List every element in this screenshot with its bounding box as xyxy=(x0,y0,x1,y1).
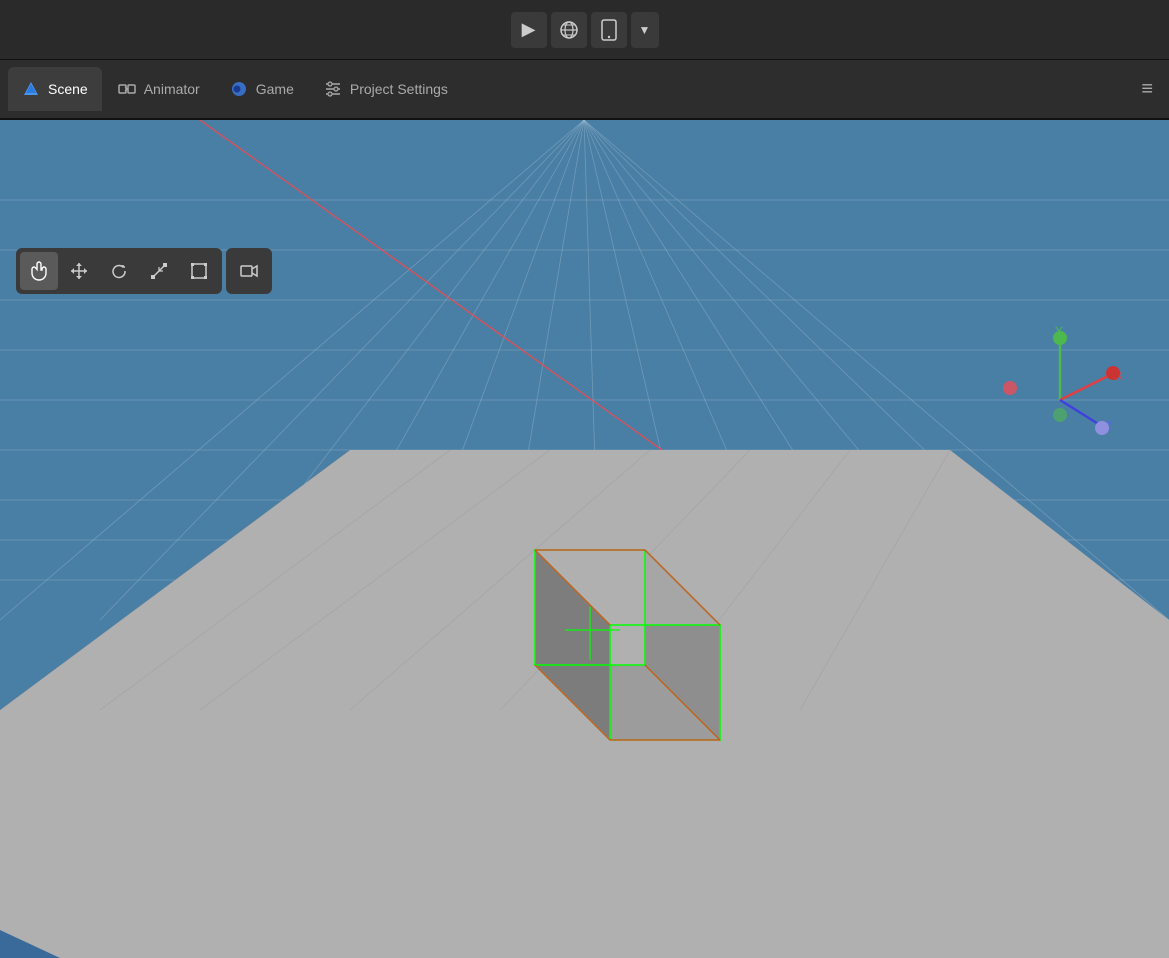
scene-tab-label: Scene xyxy=(48,81,88,97)
game-tab[interactable]: Game xyxy=(216,67,308,111)
scale-tool-button[interactable] xyxy=(140,252,178,290)
scene-tab-icon xyxy=(22,80,40,98)
globe-button[interactable] xyxy=(551,12,587,48)
animator-tab-label: Animator xyxy=(144,81,200,97)
rect-transform-tool-button[interactable] xyxy=(180,252,218,290)
rotate-tool-button[interactable] xyxy=(100,252,138,290)
project-settings-tab-icon xyxy=(324,80,342,98)
scene-svg-canvas: Y X Z xyxy=(0,120,1169,958)
game-tab-label: Game xyxy=(256,81,294,97)
scene-viewport[interactable]: Y X Z xyxy=(0,120,1169,958)
animator-tab-icon xyxy=(118,80,136,98)
scene-toolbar xyxy=(16,248,272,294)
dropdown-button[interactable]: ▼ xyxy=(631,12,659,48)
move-tool-button[interactable] xyxy=(60,252,98,290)
game-tab-icon xyxy=(230,80,248,98)
play-button[interactable]: ▶ xyxy=(511,12,547,48)
top-toolbar: ▶ ▼ xyxy=(0,0,1169,60)
project-settings-tab-label: Project Settings xyxy=(350,81,448,97)
mobile-button[interactable] xyxy=(591,12,627,48)
camera-view-button[interactable] xyxy=(230,252,268,290)
tab-bar: Scene Animator Game xyxy=(0,60,1169,120)
tab-bar-menu[interactable]: ≡ xyxy=(1133,74,1161,105)
scene-tab[interactable]: Scene xyxy=(8,67,102,111)
scene-tool-group-1 xyxy=(16,248,222,294)
animator-tab[interactable]: Animator xyxy=(104,67,214,111)
hand-tool-button[interactable] xyxy=(20,252,58,290)
project-settings-tab[interactable]: Project Settings xyxy=(310,67,462,111)
scene-tool-group-2 xyxy=(226,248,272,294)
